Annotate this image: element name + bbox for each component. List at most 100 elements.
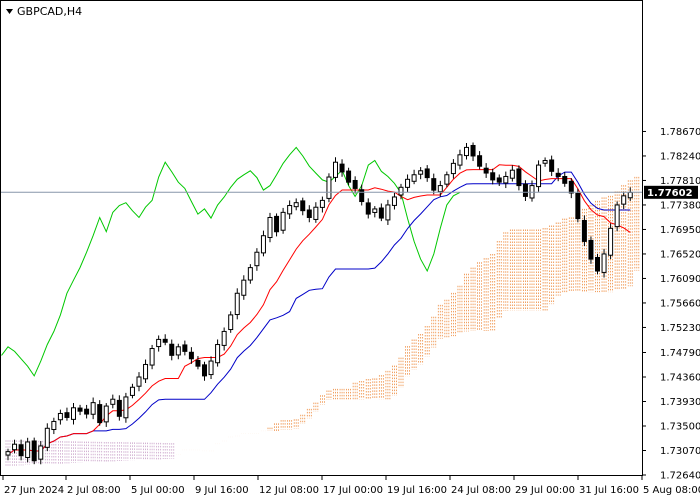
candle-body — [188, 351, 194, 360]
candle-body — [562, 175, 568, 184]
candle-body — [136, 376, 142, 387]
chart-title: GBPCAD,H4 — [17, 5, 82, 18]
y-tick-label: 1.77810 — [660, 176, 700, 187]
candle-body — [71, 407, 76, 420]
candle-body — [313, 206, 319, 220]
candle-body — [522, 183, 528, 197]
candle-body — [470, 144, 476, 157]
candle-body — [31, 440, 37, 462]
candle-body — [12, 443, 18, 451]
candle-body — [444, 174, 450, 185]
price-tag-label: 1.77602 — [647, 188, 693, 199]
candle-body — [581, 219, 587, 242]
candle-body — [555, 172, 561, 177]
candle-body — [287, 205, 293, 215]
candle-body — [123, 396, 129, 419]
y-tick-label: 1.73070 — [660, 446, 700, 457]
y-tick-label: 1.74360 — [660, 373, 700, 384]
candle-body — [326, 176, 332, 199]
y-tick-label: 1.78240 — [660, 151, 700, 162]
candle-body — [143, 363, 149, 380]
y-tick-label: 1.73930 — [660, 397, 700, 408]
candle-body — [483, 167, 489, 174]
x-tick-label: 31 Jul 16:00 — [579, 485, 639, 496]
candle-body — [116, 399, 122, 417]
candle-body — [260, 235, 266, 254]
candle-body — [339, 163, 345, 173]
y-tick-label: 1.75660 — [660, 298, 700, 309]
candle-body — [300, 200, 306, 212]
candle-body — [97, 404, 103, 424]
price-chart: 1.78670 1.78240 1.77810 1.77380 1.76950 1.765… — [0, 0, 700, 500]
candle-body — [274, 215, 280, 233]
x-tick-label: 27 Jun 2024 — [4, 485, 64, 496]
candle-body — [319, 199, 325, 208]
candle-body — [182, 344, 188, 352]
candle-body — [352, 179, 358, 189]
candle-body — [175, 346, 181, 356]
y-tick-label: 1.76950 — [660, 225, 700, 236]
candle-body — [77, 407, 83, 412]
candle-body — [215, 344, 221, 364]
candle-body — [333, 161, 338, 178]
candle-body — [103, 405, 109, 423]
candle-body — [450, 162, 456, 175]
x-tick-label: 5 Jul 00:00 — [131, 485, 185, 496]
candle-body — [293, 202, 299, 208]
candle-body — [568, 180, 574, 194]
candle-body — [90, 402, 96, 415]
candle-body — [588, 239, 594, 260]
candle-body — [247, 267, 253, 281]
candle-body — [346, 170, 352, 183]
candle-body — [457, 154, 463, 166]
candle-body — [267, 216, 273, 239]
y-tick-label: 1.74790 — [660, 348, 700, 359]
candle-body — [405, 178, 411, 188]
candle-body — [57, 412, 63, 421]
candle-body — [424, 168, 430, 179]
candle-body — [464, 146, 469, 157]
candle-body — [149, 348, 155, 366]
y-tick-label: 1.76520 — [660, 249, 700, 260]
candle-body — [110, 398, 116, 405]
candle-body — [169, 343, 175, 356]
candle-body — [372, 208, 378, 213]
candle-body — [208, 360, 214, 376]
candle-body — [306, 209, 312, 218]
candle-body — [64, 412, 70, 418]
symbol-title: GBPCAD,H4 — [6, 5, 82, 18]
candle-body — [490, 172, 496, 181]
candle-body — [84, 408, 90, 415]
y-tick-label: 1.77380 — [660, 200, 700, 211]
y-tick-label: 1.78670 — [660, 127, 700, 138]
candle-body — [280, 211, 286, 231]
candle-body — [234, 292, 240, 316]
x-tick-label: 12 Jul 08:00 — [259, 485, 319, 496]
candle-body — [516, 168, 522, 187]
x-tick-label: 5 Aug 08:00 — [643, 485, 700, 496]
x-tick-label: 17 Jul 00:00 — [323, 485, 383, 496]
candle-body — [477, 155, 483, 167]
x-tick-label: 9 Jul 16:00 — [195, 485, 249, 496]
x-tick-label: 24 Jul 08:00 — [451, 485, 511, 496]
current-price-tag: 1.77602 — [644, 185, 698, 199]
candle-body — [411, 174, 417, 182]
candle-body — [221, 330, 227, 346]
x-tick-label: 29 Jul 00:00 — [515, 485, 575, 496]
candle-body — [608, 227, 614, 256]
candle-body — [391, 196, 397, 206]
x-tick-label: 2 Jul 08:00 — [67, 485, 121, 496]
candle-body — [496, 177, 502, 183]
candle-body — [529, 185, 535, 199]
candle-body — [549, 159, 555, 172]
candle-body — [418, 170, 424, 175]
y-tick-label: 1.73500 — [660, 422, 700, 433]
candle-body — [614, 204, 620, 228]
candle-body — [365, 202, 371, 215]
candle-body — [156, 338, 162, 348]
candle-body — [595, 256, 600, 272]
candle-body — [129, 386, 135, 396]
candle-body — [241, 279, 247, 296]
candle-body — [51, 420, 57, 431]
chart-background — [0, 0, 700, 500]
